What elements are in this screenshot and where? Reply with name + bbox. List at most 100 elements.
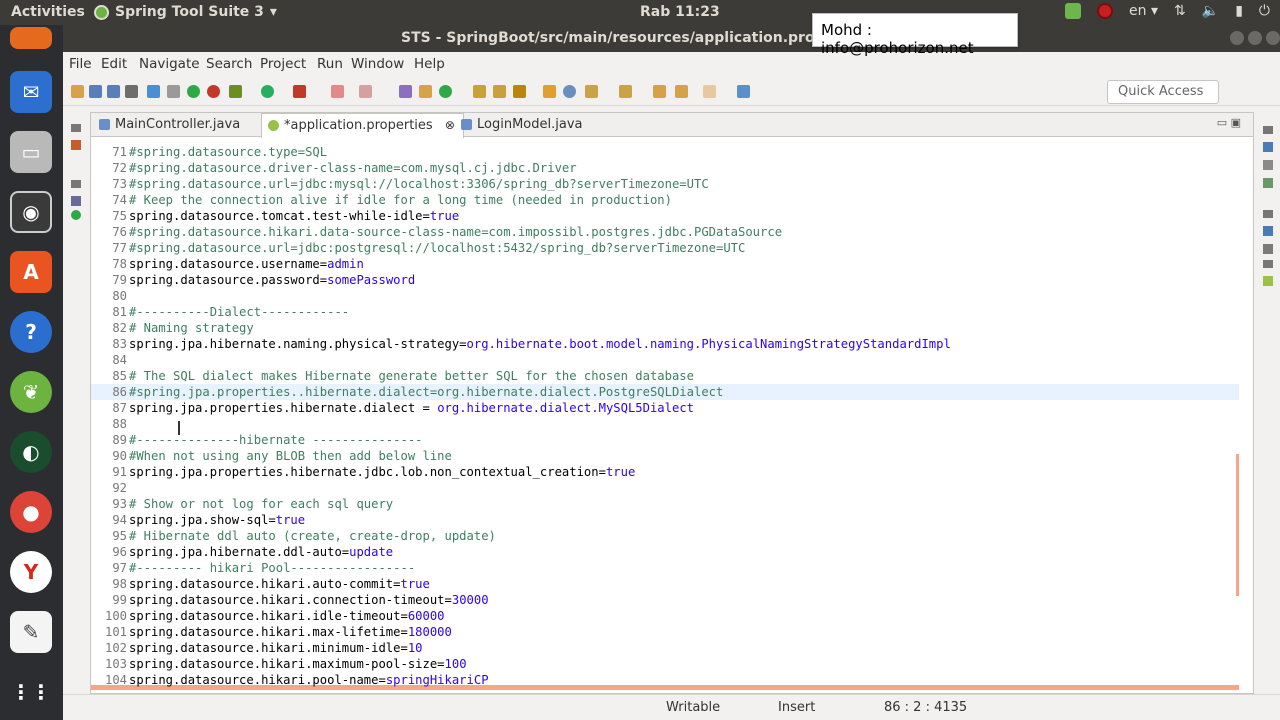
code-line[interactable]: 75 spring.datasource.tomcat.test-while-id… <box>91 208 1239 224</box>
menu-edit[interactable]: Edit <box>101 56 127 72</box>
open-resource-icon[interactable] <box>543 85 556 98</box>
outline-icon[interactable] <box>1263 142 1273 152</box>
code-line[interactable]: 88 <box>91 416 1239 432</box>
minimize-button[interactable] <box>1230 31 1244 45</box>
save-icon[interactable] <box>89 85 102 98</box>
globe-icon[interactable] <box>563 85 576 98</box>
shield-icon[interactable] <box>1065 3 1082 19</box>
menu-navigate[interactable]: Navigate <box>139 56 200 72</box>
boot-dashboard-icon[interactable] <box>71 210 81 220</box>
new-window-icon[interactable] <box>737 85 750 98</box>
code-line[interactable]: 98 spring.datasource.hikari.auto-commit=t… <box>91 576 1239 592</box>
yandex-icon[interactable]: Y <box>10 551 52 593</box>
code-line[interactable]: 77 #spring.datasource.url=jdbc:postgresql… <box>91 240 1239 256</box>
code-line[interactable]: 103 spring.datasource.hikari.maximum-pool… <box>91 656 1239 672</box>
chrome-icon[interactable]: ● <box>10 491 52 533</box>
forward-disabled-icon[interactable] <box>703 85 716 98</box>
close-tab-icon[interactable]: ⊗ <box>445 118 455 132</box>
menu-window[interactable]: Window <box>351 56 404 72</box>
text-editor-icon[interactable]: ✎ <box>10 611 52 653</box>
disconnect-icon[interactable] <box>359 85 372 98</box>
clock[interactable]: Rab 11:23 <box>640 4 720 20</box>
maximize-button[interactable] <box>1248 31 1262 45</box>
code-line[interactable]: 104 spring.datasource.hikari.pool-name=sp… <box>91 672 1239 688</box>
code-line[interactable]: 102 spring.datasource.hikari.minimum-idle… <box>91 640 1239 656</box>
back-icon[interactable] <box>653 85 666 98</box>
new-java-project-icon[interactable] <box>399 85 412 98</box>
code-line[interactable]: 78 spring.datasource.username=admin <box>91 256 1239 272</box>
print-icon[interactable] <box>125 85 138 98</box>
restore-icon[interactable] <box>1263 126 1273 134</box>
progress-icon[interactable] <box>1263 276 1273 286</box>
code-line[interactable]: 97 #--------- hikari Pool----------------… <box>91 560 1239 576</box>
code-line[interactable]: 81 #----------Dialect------------ <box>91 304 1239 320</box>
code-line[interactable]: 71 #spring.datasource.type=SQL <box>91 144 1239 160</box>
previous-annotation-icon[interactable] <box>619 85 632 98</box>
restore-icon[interactable] <box>71 124 81 132</box>
menu-run[interactable]: Run <box>317 56 343 72</box>
restore-icon[interactable] <box>1263 210 1273 218</box>
status-insert-mode[interactable]: Insert <box>778 700 815 715</box>
code-line[interactable]: 92 <box>91 480 1239 496</box>
help-icon[interactable]: ? <box>10 311 52 353</box>
new-icon[interactable] <box>71 85 84 98</box>
pin-icon[interactable] <box>167 85 180 98</box>
menu-project[interactable]: Project <box>260 56 306 72</box>
tab-maincontroller[interactable]: MainController.java <box>93 113 248 137</box>
code-editor[interactable]: 70 71#spring.datasource.type=SQL72#sprin… <box>91 138 1239 690</box>
record-icon[interactable] <box>1097 3 1114 19</box>
code-line[interactable]: 91 spring.jpa.properties.hibernate.jdbc.l… <box>91 464 1239 480</box>
menu-help[interactable]: Help <box>414 56 445 72</box>
open-task-icon[interactable] <box>493 85 506 98</box>
thunderbird-icon[interactable]: ✉ <box>10 71 52 113</box>
editor-minmax-controls[interactable]: ▭ ▣ <box>1217 116 1241 129</box>
package-explorer-icon[interactable] <box>71 140 81 150</box>
next-annotation-icon[interactable] <box>585 85 598 98</box>
problems-icon[interactable] <box>1263 226 1273 236</box>
code-line[interactable]: 76 #spring.datasource.hikari.data-source-… <box>91 224 1239 240</box>
activities-button[interactable]: Activities <box>11 4 85 20</box>
run-icon[interactable] <box>261 85 274 98</box>
code-line[interactable]: 94 spring.jpa.show-sql=true <box>91 512 1239 528</box>
restore-icon[interactable] <box>71 180 81 188</box>
code-line[interactable]: 100 spring.datasource.hikari.idle-timeout… <box>91 608 1239 624</box>
files-icon[interactable]: ▭ <box>10 131 52 173</box>
network-icon[interactable]: ⇅ <box>1174 3 1186 19</box>
code-line[interactable]: 74 # Keep the connection alive if idle fo… <box>91 192 1239 208</box>
tab-loginmodel[interactable]: LoginModel.java <box>455 113 590 137</box>
firefox-icon[interactable] <box>10 27 52 49</box>
new-class-icon[interactable] <box>439 85 452 98</box>
code-line[interactable]: 79 spring.datasource.password=somePasswor… <box>91 272 1239 288</box>
code-line[interactable]: 84 <box>91 352 1239 368</box>
code-line[interactable]: 80 <box>91 288 1239 304</box>
code-line[interactable]: 83 spring.jpa.hibernate.naming.physical-s… <box>91 336 1239 352</box>
boot-dashboard-icon[interactable] <box>187 85 200 98</box>
menu-file[interactable]: File <box>69 56 92 72</box>
code-line[interactable]: 85 # The SQL dialect makes Hibernate gene… <box>91 368 1239 384</box>
terminate-icon[interactable] <box>331 85 344 98</box>
console-icon[interactable] <box>147 85 160 98</box>
battery-icon[interactable]: ▮ <box>1235 3 1243 19</box>
restore-icon[interactable] <box>1263 260 1273 268</box>
code-line[interactable]: 96 spring.jpa.hibernate.ddl-auto=update <box>91 544 1239 560</box>
code-line[interactable]: 90 #When not using any BLOB then add belo… <box>91 448 1239 464</box>
search-icon[interactable] <box>513 85 526 98</box>
code-line[interactable]: 73 #spring.datasource.url=jdbc:mysql://lo… <box>91 176 1239 192</box>
code-line[interactable]: 95 # Hibernate ddl auto (create, create-d… <box>91 528 1239 544</box>
volume-icon[interactable]: 🔈 <box>1202 3 1219 19</box>
rhythmbox-icon[interactable]: ◉ <box>10 191 52 233</box>
software-center-icon[interactable]: A <box>10 251 52 293</box>
code-line[interactable]: 89 #--------------hibernate -------------… <box>91 432 1239 448</box>
task-list-icon[interactable] <box>1263 160 1273 170</box>
code-line[interactable]: 93 # Show or not log for each sql query <box>91 496 1239 512</box>
eclipse-icon[interactable]: ◐ <box>10 431 52 473</box>
code-line[interactable]: 72 #spring.datasource.driver-class-name=c… <box>91 160 1239 176</box>
save-all-icon[interactable] <box>107 85 120 98</box>
spring-tool-suite-icon[interactable]: ❦ <box>10 371 52 413</box>
forward-icon[interactable] <box>675 85 688 98</box>
code-line[interactable]: 87 spring.jpa.properties.hibernate.dialec… <box>91 400 1239 416</box>
quick-access-input[interactable]: Quick Access <box>1107 80 1219 104</box>
console-view-icon[interactable] <box>1263 244 1273 254</box>
code-line[interactable]: 101 spring.datasource.hikari.max-lifetime… <box>91 624 1239 640</box>
stop-icon[interactable] <box>207 85 220 98</box>
